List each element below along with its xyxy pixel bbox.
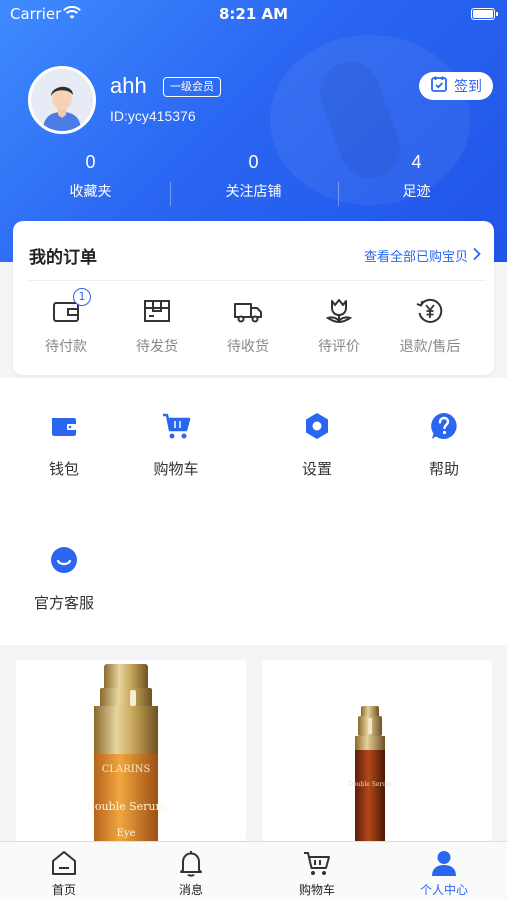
stat-value: 4	[411, 152, 422, 172]
tab-cart[interactable]: 购物车	[267, 848, 367, 898]
order-count-badge: 1	[73, 288, 91, 306]
clock: 8:21 AM	[218, 5, 289, 23]
order-pending-shipment[interactable]: 待发货	[112, 296, 202, 356]
checkin-button[interactable]: 签到	[419, 72, 493, 100]
gear-icon	[301, 410, 333, 442]
tool-label: 帮助	[428, 460, 459, 478]
view-all-label: 查看全部已购宝贝	[363, 250, 468, 265]
checkin-label: 签到	[454, 79, 482, 95]
stat-favorites[interactable]: 0 收藏夹	[6, 152, 175, 201]
order-label: 待收货	[227, 339, 269, 355]
order-label: 待发货	[136, 339, 178, 355]
user-id: ID:ycy415376	[110, 108, 196, 124]
tool-label: 钱包	[48, 460, 79, 478]
divider	[29, 280, 486, 281]
stat-label: 收藏夹	[69, 184, 112, 200]
view-all-orders-link[interactable]: 查看全部已购宝贝	[364, 246, 482, 265]
tab-label: 消息	[178, 883, 203, 897]
order-label: 待评价	[318, 339, 360, 355]
order-refund-aftersales[interactable]: 退款/售后	[385, 296, 475, 356]
help-icon	[428, 410, 460, 442]
calendar-check-icon	[430, 75, 448, 97]
product-grid: CLARINS Double Serum Eye Double Serum	[0, 645, 507, 841]
tab-label: 首页	[51, 883, 76, 897]
wallet-icon	[48, 410, 80, 442]
stat-footprints[interactable]: 4 足迹	[332, 152, 501, 201]
bottom-tab-bar: 首页 消息 购物车 个人中心	[0, 841, 507, 900]
tab-label: 个人中心	[419, 883, 468, 897]
order-pending-receipt[interactable]: 待收货	[203, 296, 293, 356]
tab-home[interactable]: 首页	[14, 848, 114, 898]
truck-icon	[233, 296, 263, 326]
package-icon	[142, 296, 172, 326]
tool-settings[interactable]: 设置	[267, 410, 367, 479]
divider	[338, 182, 339, 206]
home-icon	[49, 848, 79, 878]
orders-title: 我的订单	[29, 248, 97, 268]
bell-icon	[176, 848, 206, 878]
tools-grid: 钱包 购物车 设置 帮助 官方客服	[0, 378, 507, 645]
my-orders-card: 我的订单 查看全部已购宝贝 1 待付款 待发货 待收货 待评价 退款/售后	[13, 221, 494, 375]
battery-icon	[471, 8, 498, 20]
stat-value: 0	[85, 152, 96, 172]
stat-value: 0	[248, 152, 259, 172]
tab-messages[interactable]: 消息	[141, 848, 241, 898]
member-level-badge: 一级会员	[163, 77, 221, 97]
status-bar: Carrier 8:21 AM	[0, 0, 507, 28]
product-sub-text: Eye	[117, 828, 136, 839]
product-image-serum: Double Serum	[348, 706, 392, 841]
product-brand-text: CLARINS	[102, 764, 151, 775]
tulip-review-icon	[324, 296, 354, 326]
user-icon	[429, 848, 459, 878]
tab-label: 购物车	[298, 883, 335, 897]
stat-followed-shops[interactable]: 0 关注店铺	[169, 152, 338, 201]
tool-help[interactable]: 帮助	[394, 410, 494, 479]
cart-icon	[302, 848, 332, 878]
cart-icon	[160, 410, 192, 442]
order-label: 退款/售后	[399, 339, 461, 355]
stats-row: 0 收藏夹 0 关注店铺 4 足迹	[0, 152, 507, 212]
product-image-serum-eye: CLARINS Double Serum Eye	[86, 664, 167, 841]
tool-label: 设置	[301, 460, 332, 478]
product-card[interactable]: CLARINS Double Serum Eye	[16, 660, 246, 841]
refund-yen-icon	[415, 296, 445, 326]
tool-label: 官方客服	[33, 594, 94, 612]
chevron-right-icon	[472, 247, 482, 265]
order-label: 待付款	[45, 339, 87, 355]
stat-label: 足迹	[402, 184, 431, 200]
product-name-text: Double Serum	[86, 800, 166, 813]
order-pending-review[interactable]: 待评价	[294, 296, 384, 356]
tool-customer-service[interactable]: 官方客服	[14, 544, 114, 613]
avatar[interactable]	[28, 66, 96, 134]
stat-label: 关注店铺	[225, 184, 282, 200]
product-name-text: Double Serum	[348, 781, 392, 788]
tab-profile[interactable]: 个人中心	[394, 848, 494, 898]
divider	[170, 182, 171, 206]
tool-cart[interactable]: 购物车	[126, 410, 226, 479]
tool-wallet[interactable]: 钱包	[14, 410, 114, 479]
wallet-card-icon: 1	[51, 288, 91, 326]
customer-service-icon	[48, 544, 80, 576]
product-card[interactable]: Double Serum	[262, 660, 492, 841]
tool-label: 购物车	[153, 460, 199, 478]
order-pending-payment[interactable]: 1 待付款	[21, 288, 111, 356]
username: ahh	[110, 73, 147, 98]
